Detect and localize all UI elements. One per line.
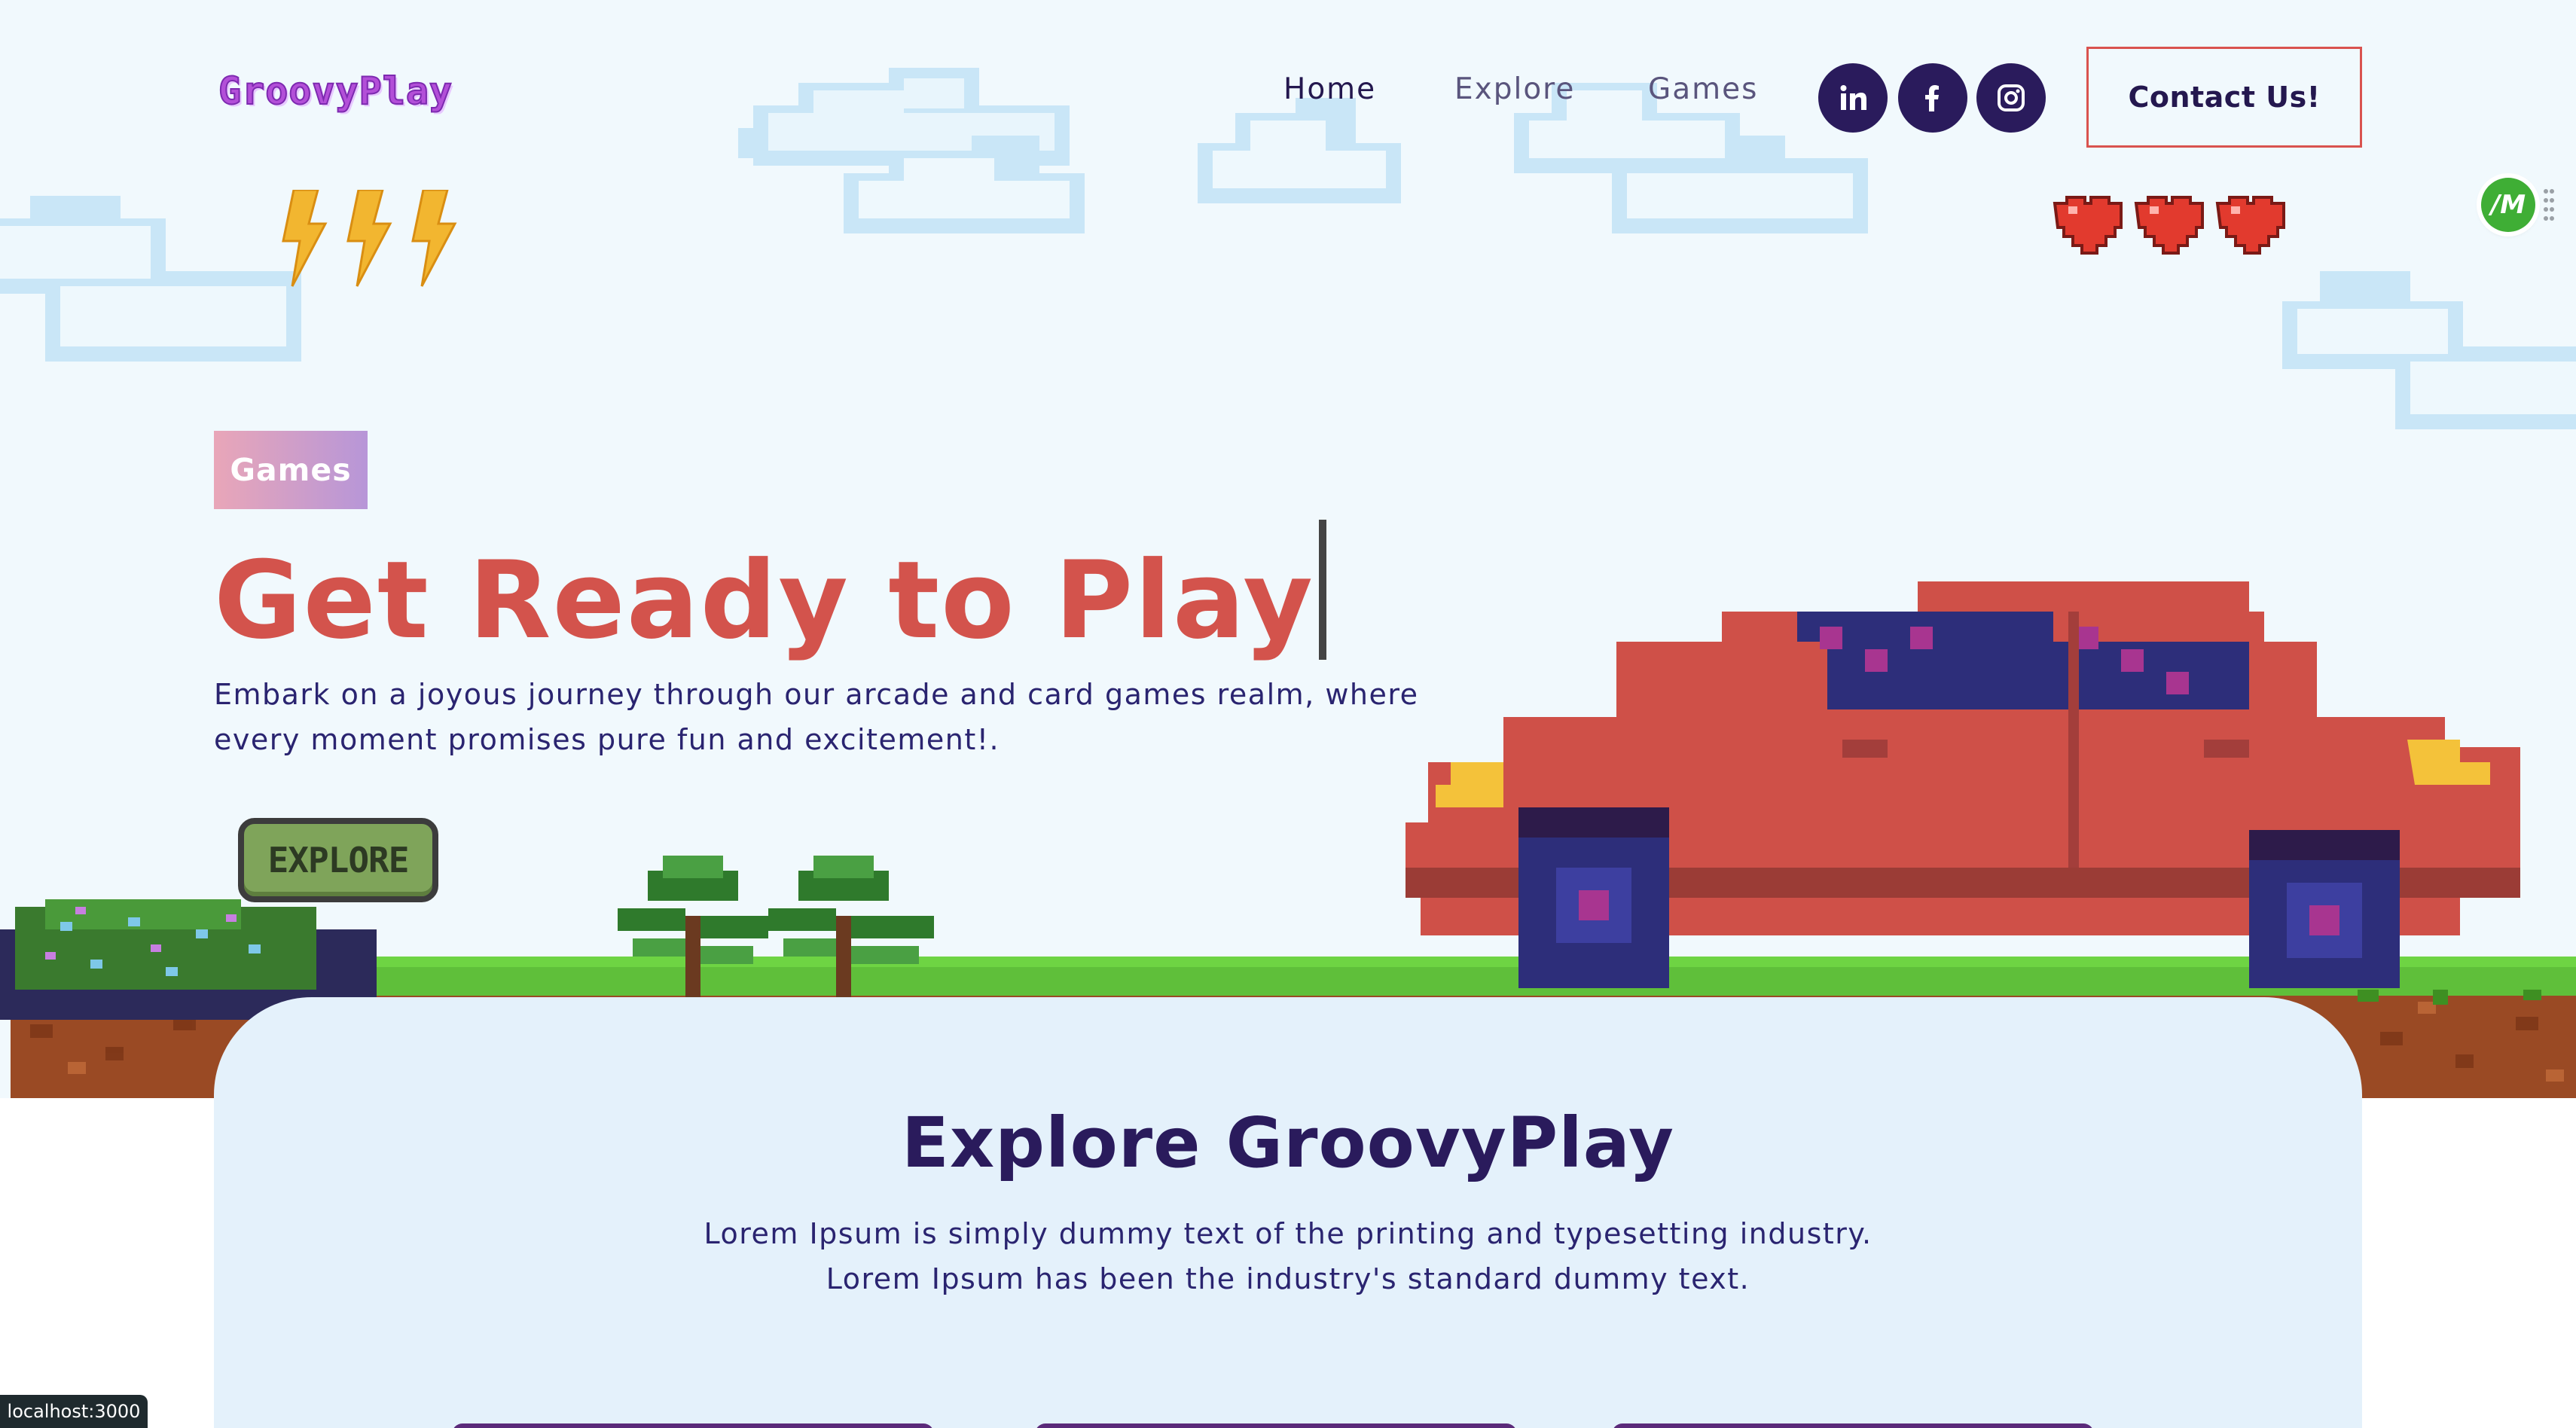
hero-title-text: Get Ready to Play	[214, 539, 1314, 663]
groovyplay-logo[interactable]: GroovyPlay	[218, 69, 453, 114]
status-bar-url: localhost:3000	[0, 1395, 148, 1428]
hero-description: Embark on a joyous journey through our a…	[214, 678, 1419, 756]
nav-home[interactable]: Home	[1283, 72, 1376, 106]
pixel-cloud-3	[1198, 98, 1401, 203]
facebook-icon	[1925, 85, 1939, 111]
hero-section: GroovyPlay Home Explore Games Contact Us…	[0, 0, 2576, 1098]
linkedin-icon	[1840, 85, 1866, 110]
explore-section-description: Lorem Ipsum is simply dummy text of the …	[214, 1211, 2362, 1301]
pixel-cloud-2	[844, 136, 1085, 233]
nav-games[interactable]: Games	[1648, 72, 1758, 106]
explore-desc-line-2: Lorem Ipsum has been the industry's stan…	[826, 1262, 1750, 1295]
game-tile-1[interactable]	[452, 1423, 934, 1428]
linkedin-button[interactable]	[1818, 63, 1888, 133]
explore-section-card: Explore GroovyPlay Lorem Ipsum is simply…	[214, 997, 2362, 1428]
games-tag: Games	[214, 431, 368, 509]
nav-explore[interactable]: Explore	[1454, 72, 1575, 106]
lightning-icons	[282, 190, 457, 287]
pixel-cloud-5	[0, 196, 301, 362]
pixel-car	[1406, 581, 2520, 988]
contact-us-button[interactable]: Contact Us!	[2086, 47, 2362, 148]
drag-grip-icon[interactable]	[2543, 187, 2555, 223]
instagram-icon	[1998, 84, 2025, 111]
game-tile-2[interactable]	[1035, 1423, 1517, 1428]
hearts-icons	[2053, 196, 2285, 255]
explore-pixel-button[interactable]: EXPLORE	[238, 818, 438, 902]
instagram-button[interactable]	[1976, 63, 2046, 133]
browser-extension-badge[interactable]: /M	[2481, 178, 2535, 232]
text-caret	[1318, 520, 1326, 660]
pixel-trees	[618, 856, 934, 999]
game-tile-3[interactable]	[1612, 1423, 2094, 1428]
facebook-button[interactable]	[1898, 63, 1967, 133]
hero-title: Get Ready to Play	[214, 520, 1326, 665]
explore-desc-line-1: Lorem Ipsum is simply dummy text of the …	[704, 1217, 1872, 1250]
explore-section-title: Explore GroovyPlay	[901, 1103, 1674, 1183]
pixel-cloud-6	[2282, 271, 2576, 429]
